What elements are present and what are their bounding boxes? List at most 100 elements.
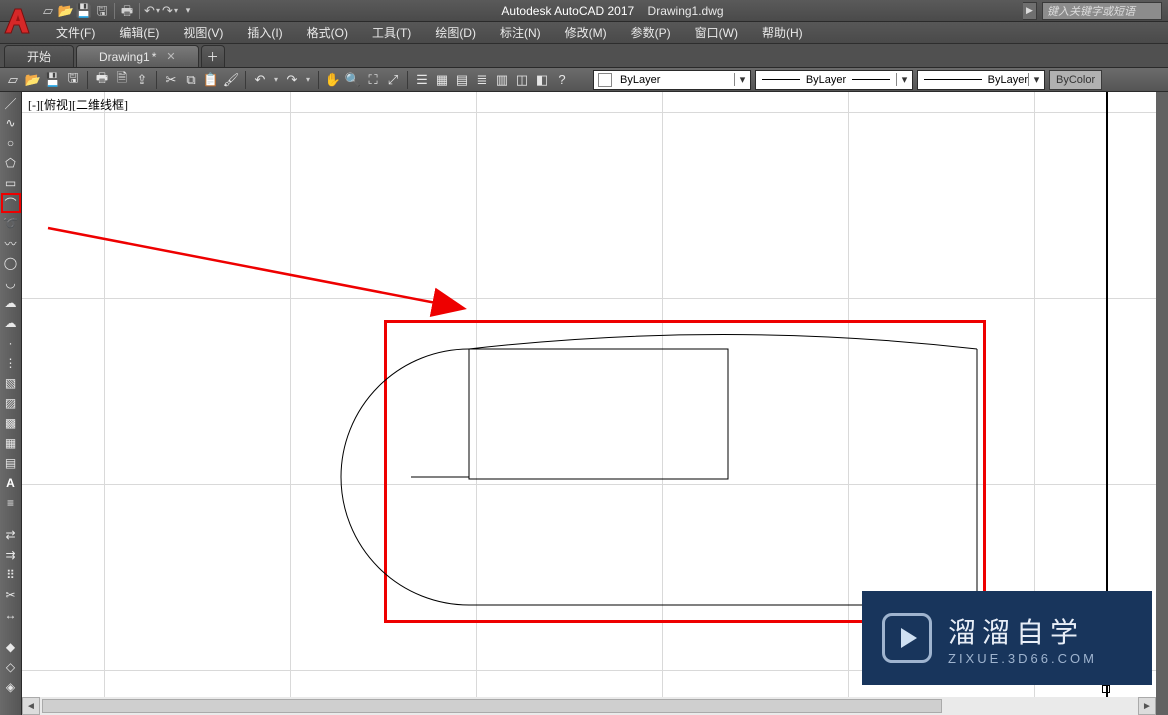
tool-cloud2-icon[interactable]: ☁ — [2, 314, 20, 332]
tool-rect-icon[interactable]: ▭ — [2, 174, 20, 192]
tab-drawing1[interactable]: Drawing1* ✕ — [76, 45, 199, 67]
tab-start-label: 开始 — [27, 48, 51, 65]
tb-save-icon[interactable]: 💾 — [44, 71, 62, 89]
tb-help-icon[interactable]: ? — [553, 71, 571, 89]
tb-zoom-icon[interactable]: ⤢ — [384, 71, 402, 89]
app-logo-icon[interactable] — [0, 3, 35, 39]
tool-cloud-icon[interactable]: ☁ — [2, 294, 20, 312]
linetype-dropdown[interactable]: ByLayer ▾ — [755, 70, 913, 90]
scroll-thumb[interactable] — [42, 699, 942, 713]
tb-layout-icon[interactable]: ▥ — [493, 71, 511, 89]
bycolor-button[interactable]: ByColor — [1049, 70, 1102, 90]
tool-hatch-icon[interactable]: ▩ — [2, 414, 20, 432]
tool-spiral-icon[interactable]: ➰ — [2, 214, 20, 232]
drawing-canvas[interactable]: [-][俯视][二维线框] — [22, 92, 1168, 715]
tool-polygon-icon[interactable]: ⬠ — [2, 154, 20, 172]
menu-help[interactable]: 帮助(H) — [750, 22, 815, 44]
tb-new-icon[interactable]: ▱ — [4, 71, 22, 89]
tb-match-icon[interactable]: 🖌 — [222, 71, 240, 89]
tool-gradient-icon[interactable]: ▦ — [2, 434, 20, 452]
tb-copy-icon[interactable]: ⧉ — [182, 71, 200, 89]
menu-dim[interactable]: 标注(N) — [488, 22, 553, 44]
tb-xref-icon[interactable]: ◧ — [533, 71, 551, 89]
tool-table-icon[interactable]: ▤ — [2, 454, 20, 472]
tb-paste-icon[interactable]: 📋 — [202, 71, 220, 89]
title-bar: ▱ 📂 💾 🖫 🖶 ↶ ↷ ▾ Autodesk AutoCAD 2017 Dr… — [0, 0, 1168, 22]
menu-file[interactable]: 文件(F) — [44, 22, 107, 44]
tool-point-icon[interactable]: · — [2, 334, 20, 352]
qat-plot-icon[interactable]: 🖶 — [119, 3, 135, 19]
tool-divide-icon[interactable]: ⋮ — [2, 354, 20, 372]
tool-trim-icon[interactable]: ✂ — [2, 586, 20, 604]
tb-cut-icon[interactable]: ✂ — [162, 71, 180, 89]
tb-zoomwin-icon[interactable]: ⛶ — [364, 71, 382, 89]
tool-region-icon[interactable]: ▧ — [2, 374, 20, 392]
tool-grip1-icon[interactable]: ◆ — [2, 638, 20, 656]
tool-ellipse-icon[interactable]: ◯ — [2, 254, 20, 272]
lineweight-label: ByLayer — [988, 74, 1028, 86]
tool-ellipsearc-icon[interactable]: ◡ — [2, 274, 20, 292]
linetype-dd-icon[interactable]: ▾ — [896, 73, 912, 86]
qat-redo-icon[interactable]: ↷ — [162, 3, 178, 19]
qat-undo-icon[interactable]: ↶ — [144, 3, 160, 19]
tb-redo-dd[interactable]: ▾ — [303, 75, 313, 84]
tool-spline-icon[interactable]: 〰 — [2, 234, 20, 252]
lineweight-dd-icon[interactable]: ▾ — [1028, 73, 1044, 86]
search-input[interactable]: 键入关键字或短语 — [1042, 2, 1162, 20]
menu-edit[interactable]: 编辑(E) — [107, 22, 171, 44]
tool-circle-icon[interactable]: ○ — [2, 134, 20, 152]
tool-offset-icon[interactable]: ⇉ — [2, 546, 20, 564]
tb-publish-icon[interactable]: ⇪ — [133, 71, 151, 89]
scroll-right-icon[interactable]: ► — [1138, 697, 1156, 715]
tool-grip3-icon[interactable]: ◈ — [2, 678, 20, 696]
tool-mirror-icon[interactable]: ⇄ — [2, 526, 20, 544]
tb-redo-icon[interactable]: ↷ — [283, 71, 301, 89]
tool-pline-icon[interactable]: ∿ — [2, 114, 20, 132]
tb-undo-icon[interactable]: ↶ — [251, 71, 269, 89]
menu-window[interactable]: 窗口(W) — [683, 22, 750, 44]
scroll-left-icon[interactable]: ◄ — [22, 697, 40, 715]
layer-dd-icon[interactable]: ▾ — [734, 73, 750, 86]
tool-wipeout-icon[interactable]: ▨ — [2, 394, 20, 412]
qat-open-icon[interactable]: 📂 — [58, 3, 74, 19]
tb-pan-icon[interactable]: ✋ — [324, 71, 342, 89]
tb-zoomext-icon[interactable]: 🔍 — [344, 71, 362, 89]
search-arrow-icon[interactable]: ▶ — [1023, 2, 1037, 20]
watermark-url: ZIXUE.3D66.COM — [948, 651, 1097, 666]
qat-more-icon[interactable]: ▾ — [180, 3, 196, 19]
qat-new-icon[interactable]: ▱ — [40, 3, 56, 19]
tool-extend-icon[interactable]: ↔ — [2, 606, 20, 624]
tab-close-icon[interactable]: ✕ — [166, 50, 175, 63]
tb-plot-icon[interactable]: 🖶 — [93, 71, 111, 89]
tb-block-icon[interactable]: ◫ — [513, 71, 531, 89]
menu-tools[interactable]: 工具(T) — [360, 22, 423, 44]
tb-saveall-icon[interactable]: 🖫 — [64, 71, 82, 89]
tool-text-icon[interactable]: A — [2, 474, 20, 492]
tab-new[interactable]: ＋ — [201, 45, 225, 67]
menu-view[interactable]: 视图(V) — [171, 22, 235, 44]
h-scrollbar[interactable]: ◄ ► — [22, 697, 1156, 715]
tb-preview-icon[interactable]: 🗎 — [113, 71, 131, 89]
menu-format[interactable]: 格式(O) — [295, 22, 360, 44]
tb-open-icon[interactable]: 📂 — [24, 71, 42, 89]
tb-sheet-icon[interactable]: ▦ — [433, 71, 451, 89]
tb-undo-dd[interactable]: ▾ — [271, 75, 281, 84]
tb-props-icon[interactable]: ☰ — [413, 71, 431, 89]
tool-line-icon[interactable]: ／ — [2, 94, 20, 112]
tb-layers-icon[interactable]: ≣ — [473, 71, 491, 89]
tool-array-icon[interactable]: ⠿ — [2, 566, 20, 584]
qat-saveas-icon[interactable]: 🖫 — [94, 3, 110, 19]
qat-save-icon[interactable]: 💾 — [76, 3, 92, 19]
window-title: Autodesk AutoCAD 2017 Drawing1.dwg — [196, 4, 1029, 18]
menu-param[interactable]: 参数(P) — [619, 22, 683, 44]
tool-arc-icon[interactable]: ⌒ — [2, 194, 20, 212]
menu-modify[interactable]: 修改(M) — [553, 22, 619, 44]
tool-grip2-icon[interactable]: ◇ — [2, 658, 20, 676]
menu-insert[interactable]: 插入(I) — [235, 22, 294, 44]
lineweight-dropdown[interactable]: ByLayer ▾ — [917, 70, 1045, 90]
tb-table-icon[interactable]: ▤ — [453, 71, 471, 89]
layer-dropdown[interactable]: ByLayer ▾ — [593, 70, 751, 90]
menu-draw[interactable]: 绘图(D) — [423, 22, 488, 44]
tool-mtext-icon[interactable]: ≡ — [2, 494, 20, 512]
tab-start[interactable]: 开始 — [4, 45, 74, 67]
